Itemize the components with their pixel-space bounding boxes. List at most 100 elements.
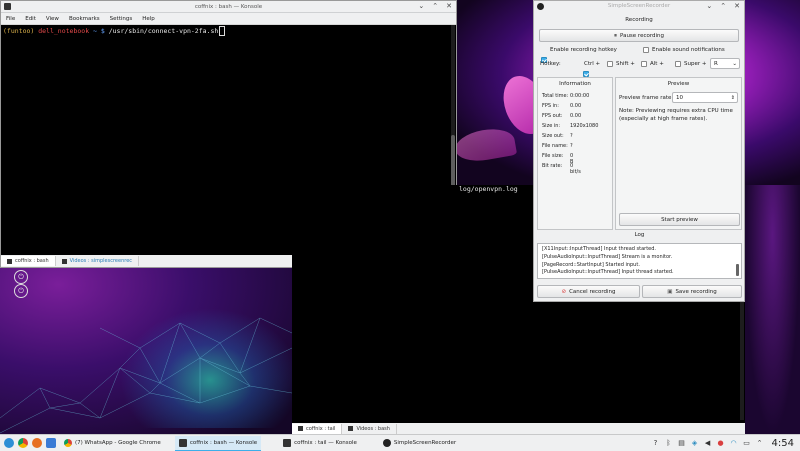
menu-settings[interactable]: Settings	[110, 16, 133, 22]
minimize-icon[interactable]: ⌄	[418, 2, 424, 10]
clipboard-icon[interactable]: ▤	[678, 439, 686, 447]
konsole-app-icon[interactable]	[4, 3, 11, 10]
preview-frame-rate-spinbox[interactable]: 10 ⇕	[672, 92, 738, 103]
recording-section-title: Recording	[625, 17, 653, 23]
terminal-icon	[7, 258, 12, 264]
terminal-icon	[298, 426, 303, 431]
menu-bookmarks[interactable]: Bookmarks	[69, 16, 100, 22]
ssr-titlebar[interactable]: SimpleScreenRecorder ⌄ ⌃ ✕	[534, 1, 744, 11]
file-manager-icon[interactable]	[46, 438, 56, 448]
ssr-title: SimpleScreenRecorder	[607, 3, 671, 9]
close-icon[interactable]: ✕	[734, 2, 740, 10]
app-launcher-icon[interactable]	[4, 438, 14, 448]
save-recording-button[interactable]: ▣ Save recording	[642, 285, 742, 298]
wallpaper-right	[745, 185, 800, 434]
task-label: coffnix : tail — Konsole	[294, 440, 357, 446]
alt-checkbox[interactable]	[641, 61, 647, 67]
taskbar: (7) WhatsApp - Google Chrome coffnix : b…	[0, 434, 800, 451]
chrome-icon	[64, 439, 72, 447]
enable-hotkey-label: Enable recording hotkey	[550, 47, 617, 53]
start-preview-button[interactable]: Start preview	[619, 213, 740, 226]
enable-sound-label: Enable sound notifications	[652, 47, 725, 53]
power-icon[interactable]: ⏻	[14, 284, 28, 298]
shift-checkbox[interactable]	[607, 61, 613, 67]
maximize-icon[interactable]: ⌃	[720, 2, 726, 10]
log-textbox[interactable]: [X11Input::InputThread] Input thread sta…	[537, 243, 742, 279]
prompt-env: (funtoo)	[3, 27, 35, 35]
help-icon[interactable]: ?	[652, 439, 660, 447]
task-konsole-tail[interactable]: coffnix : tail — Konsole	[279, 436, 361, 450]
tab-coffnix-tail[interactable]: coffnix : tail	[292, 423, 343, 434]
cancel-icon: ⊘	[561, 288, 567, 295]
terminal-icon	[348, 426, 354, 431]
shift-label: Shift +	[616, 61, 635, 67]
chrome-launcher-icon[interactable]	[18, 438, 28, 448]
konsole-titlebar[interactable]: coffnix : bash — Konsole ⌄ ⌃ ✕	[1, 1, 456, 13]
lock-icon[interactable]: ⏻	[14, 270, 28, 284]
log-title: Log	[634, 232, 645, 238]
log-scrollbar[interactable]	[736, 264, 739, 276]
tab-label: coffnix : bash	[15, 258, 49, 264]
preview-note-line2: (especially at high frame rates).	[619, 116, 708, 122]
menu-edit[interactable]: Edit	[25, 16, 36, 22]
hotkey-key-select[interactable]: R ⌄	[710, 58, 740, 69]
minimize-icon[interactable]: ⌄	[706, 2, 712, 10]
close-icon[interactable]: ✕	[446, 2, 452, 10]
prompt-host: dell_notebook	[38, 27, 90, 35]
terminal-icon	[178, 438, 187, 447]
log-line: [PageRecord::StartInput] Started input.	[542, 261, 640, 268]
record-icon[interactable]: ●	[717, 439, 725, 447]
save-recording-label: Save recording	[675, 288, 717, 295]
task-konsole-bash[interactable]: coffnix : bash — Konsole	[174, 435, 262, 451]
save-icon: ▣	[667, 288, 673, 295]
task-label: (7) WhatsApp - Google Chrome	[75, 440, 161, 446]
system-tray: ? ᛒ ▤ ◈ ◀ ● ◠ ▭ ⌃ 4:54	[652, 435, 800, 451]
info-fps-out: FPS out: 0.00	[542, 113, 582, 119]
info-size-out: Size out:?	[542, 133, 573, 139]
ssr-app-icon[interactable]	[537, 3, 544, 10]
menu-file[interactable]: File	[6, 16, 15, 22]
task-simplescreenrecorder[interactable]: SimpleScreenRecorder	[379, 436, 460, 450]
information-panel: Information Total time: 0:00:00 FPS in: 0.…	[537, 77, 613, 230]
super-label: Super +	[684, 61, 707, 67]
firefox-launcher-icon[interactable]	[32, 438, 42, 448]
hotkey-key-value: R	[714, 60, 718, 67]
terminal-icon	[283, 439, 292, 447]
wifi-icon[interactable]: ◠	[730, 439, 738, 447]
preview-frame-rate-value: 10	[676, 94, 683, 101]
spin-arrows-icon[interactable]: ⇕	[731, 95, 735, 101]
tab-label: coffnix : tail	[306, 425, 336, 432]
menu-view[interactable]: View	[46, 16, 59, 22]
pause-recording-button[interactable]: ⏸ Pause recording	[539, 29, 739, 42]
volume-icon[interactable]: ◀	[704, 439, 712, 447]
task-whatsapp-chrome[interactable]: (7) WhatsApp - Google Chrome	[60, 436, 165, 450]
task-label: coffnix : bash — Konsole	[189, 439, 258, 446]
network-icon[interactable]: ◈	[691, 439, 699, 447]
enable-sound-checkbox[interactable]	[643, 47, 649, 53]
konsole-title: coffnix : bash — Konsole	[194, 3, 263, 10]
tab-videos-bash[interactable]: Videos : bash	[342, 423, 397, 434]
menu-help[interactable]: Help	[142, 16, 155, 22]
tail-log-path: log/openvpn.log	[459, 185, 518, 193]
info-file-name: File name:?	[542, 143, 573, 149]
info-size-in: Size in: 1920x1080	[542, 123, 599, 129]
maximize-icon[interactable]: ⌃	[432, 2, 438, 10]
super-checkbox[interactable]	[675, 61, 681, 67]
tab-label: Videos : simplescreenrec	[69, 258, 133, 264]
log-line: [PulseAudioInput::InputThread] Input thr…	[542, 269, 674, 276]
tab-coffnix-bash[interactable]: coffnix : bash	[1, 256, 56, 266]
konsole-tail-tabbar: coffnix : tail Videos : bash	[292, 423, 745, 434]
cancel-recording-button[interactable]: ⊘ Cancel recording	[537, 285, 640, 298]
ctrl-label: Ctrl +	[584, 61, 601, 67]
info-file-size: File size: 0 B	[542, 153, 574, 165]
ssr-window[interactable]: SimpleScreenRecorder ⌄ ⌃ ✕ Recording ⏸ P…	[533, 0, 745, 302]
terminal-cursor	[219, 26, 226, 36]
terminal-output[interactable]: (funtoo) dell_notebook ~ $ /usr/sbin/con…	[1, 25, 456, 37]
info-total-time: Total time: 0:00:00	[542, 93, 590, 99]
bluetooth-icon[interactable]: ᛒ	[665, 439, 673, 447]
tab-videos-simplescreenrec[interactable]: Videos : simplescreenrec	[56, 256, 140, 266]
pause-recording-label: Pause recording	[620, 32, 664, 39]
battery-icon[interactable]: ▭	[743, 439, 751, 447]
tray-expand-icon[interactable]: ⌃	[756, 439, 764, 447]
clock[interactable]: 4:54	[772, 438, 794, 449]
